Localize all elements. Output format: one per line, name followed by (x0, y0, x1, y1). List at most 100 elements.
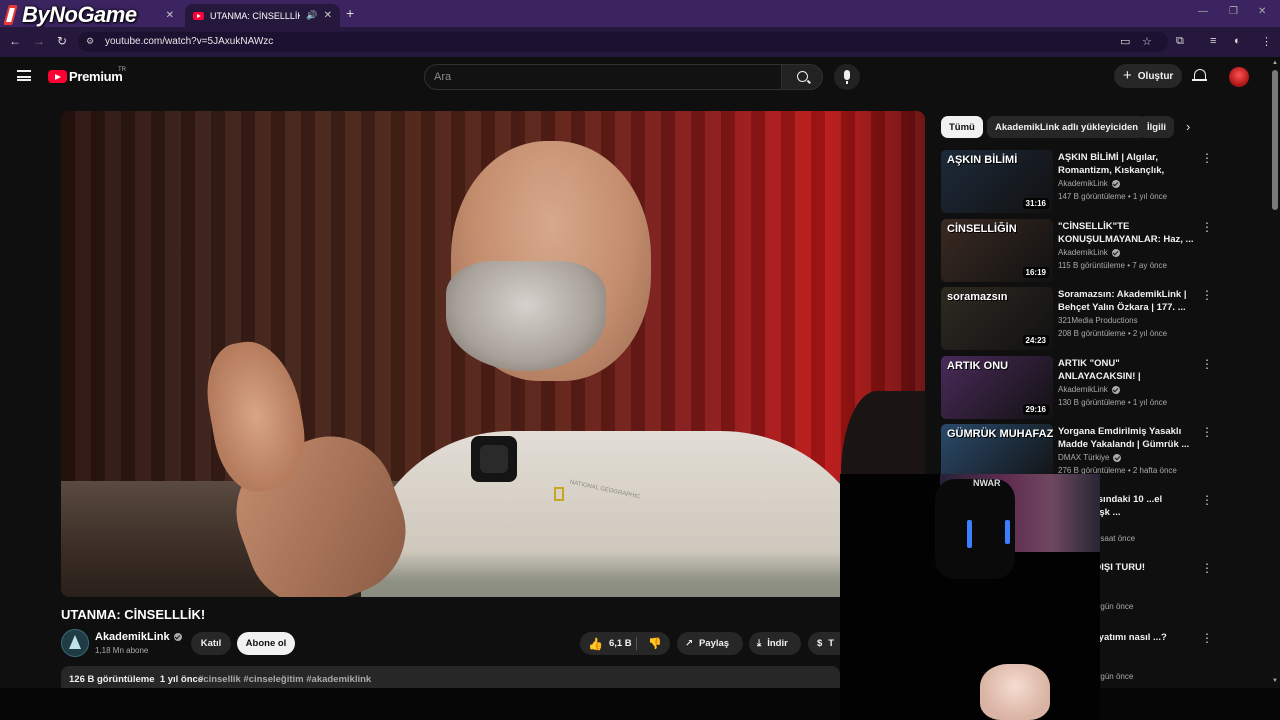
country-code: TR (118, 67, 126, 73)
duration-badge: 29:16 (1022, 404, 1049, 415)
scrollbar-thumb[interactable] (1272, 70, 1278, 210)
new-tab-icon[interactable]: + (346, 5, 354, 21)
webcam-light (1005, 520, 1010, 544)
more-options-icon[interactable]: ⋮ (1201, 151, 1213, 165)
recommendation-channel[interactable]: DMAX Türkiye (1058, 453, 1122, 462)
like-button[interactable]: 👍 6,1 B (580, 632, 635, 655)
youtube-favicon-icon (193, 11, 204, 20)
download-label: İndir (767, 638, 788, 649)
download-button[interactable]: ⤓ İndir (749, 632, 801, 655)
recommendation-item[interactable]: soramazsın 24:23 Soramazsın: AkademikLink … (941, 287, 1213, 351)
bookmark-star-icon[interactable]: ☆ (1142, 35, 1152, 48)
recommendation-channel-name: AkademikLink (1058, 385, 1108, 394)
youtube-brand-text[interactable]: Premium (69, 69, 123, 84)
browser-tab-active[interactable]: UTANMA: CİNSELLLİK! - You 🔊 ✕ (185, 4, 340, 27)
join-button[interactable]: Katıl (191, 632, 231, 655)
video-person-shirt (361, 431, 881, 597)
dislike-button[interactable]: 👎 (640, 632, 670, 655)
view-count-and-date: 126 B görüntüleme 1 yıl önce (69, 674, 203, 685)
channel-name-text: AkademikLink (95, 631, 170, 643)
recommendation-meta: 208 B görüntüleme • 2 yıl önce (1058, 329, 1168, 338)
recommendation-thumbnail[interactable]: AŞKIN BİLİMİ 31:16 (941, 150, 1053, 213)
more-options-icon[interactable]: ⋮ (1201, 493, 1213, 507)
site-info-icon[interactable]: ⚙ (86, 36, 98, 48)
share-icon: ↗ (685, 638, 693, 649)
watermark-mark-icon (2, 3, 20, 27)
plus-icon: + (1123, 67, 1132, 84)
profile-icon[interactable]: ◐ (1234, 35, 1241, 47)
back-icon[interactable]: ← (9, 34, 21, 48)
hamburger-menu-icon[interactable] (17, 70, 31, 81)
webcam-chair-logo: NWAR (973, 478, 1001, 488)
recommendation-channel-name: AkademikLink (1058, 248, 1108, 257)
youtube-logo-icon[interactable] (48, 70, 67, 83)
video-person-beard (446, 261, 606, 371)
restore-icon[interactable]: ❐ (1229, 6, 1238, 17)
subscribe-button[interactable]: Abone ol (237, 632, 295, 655)
thumbnail-text: AŞKIN BİLİMİ (947, 154, 1018, 166)
close-window-icon[interactable]: ✕ (1258, 6, 1266, 17)
reload-icon[interactable]: ↻ (57, 34, 67, 48)
recommendation-thumbnail[interactable]: soramazsın 24:23 (941, 287, 1053, 350)
share-button[interactable]: ↗ Paylaş (677, 632, 743, 655)
recommendation-channel[interactable]: AkademikLink (1058, 385, 1120, 394)
recommendation-thumbnail[interactable]: ARTIK ONU 29:16 (941, 356, 1053, 419)
chip-all[interactable]: Tümü (941, 116, 983, 138)
channel-avatar[interactable] (61, 629, 89, 657)
forward-icon[interactable]: → (33, 34, 45, 48)
chip-from-uploader[interactable]: AkademikLink adlı yükleyiciden (987, 116, 1147, 138)
chip-related[interactable]: İlgili (1139, 116, 1174, 138)
national-geographic-logo-icon (554, 487, 564, 501)
more-options-icon[interactable]: ⋮ (1201, 288, 1213, 302)
duration-badge: 16:19 (1022, 267, 1049, 278)
recommendation-channel[interactable]: AkademikLink (1058, 248, 1120, 257)
scroll-down-icon[interactable]: ▼ (1272, 678, 1278, 684)
duration-badge: 24:23 (1022, 335, 1049, 346)
video-title: UTANMA: CİNSELLLİK! (61, 607, 206, 622)
recommendation-title[interactable]: AŞKIN BİLİMİ | Algılar, Romantizm, Kıska… (1058, 151, 1196, 177)
recommendation-channel[interactable]: 321Media Productions (1058, 316, 1138, 325)
recommendation-channel[interactable]: AkademikLink (1058, 179, 1120, 188)
recommendation-title[interactable]: Soramazsın: AkademikLink | Behçet Yalın … (1058, 288, 1196, 314)
more-options-icon[interactable]: ⋮ (1201, 631, 1213, 645)
cast-icon[interactable]: ▭ (1120, 35, 1130, 48)
video-player[interactable]: NATIONAL GEOGRAPHIC (61, 111, 925, 597)
recommendation-title[interactable]: "CİNSELLİK"TE KONUŞULMAYANLAR: Haz, ... (1058, 220, 1196, 246)
more-options-icon[interactable]: ⋮ (1201, 357, 1213, 371)
webcam-hand (980, 664, 1050, 720)
recommendation-thumbnail[interactable]: CİNSELLİĞİN 16:19 (941, 219, 1053, 282)
close-tab-icon[interactable]: ✕ (324, 10, 332, 21)
webcam-light (967, 520, 972, 548)
scroll-up-icon[interactable]: ▲ (1272, 60, 1278, 66)
recommendation-item[interactable]: CİNSELLİĞİN 16:19 "CİNSELLİK"TE KONUŞULMAY… (941, 219, 1213, 283)
speaker-icon[interactable]: 🔊 (306, 10, 317, 21)
minimize-icon[interactable]: — (1198, 6, 1208, 17)
verified-badge-icon (173, 633, 182, 641)
close-tab-icon[interactable]: ✕ (166, 10, 174, 21)
create-button[interactable]: + Oluştur (1114, 64, 1182, 88)
more-options-icon[interactable]: ⋮ (1201, 561, 1213, 575)
account-avatar[interactable] (1229, 67, 1249, 87)
channel-name[interactable]: AkademikLink (95, 631, 182, 643)
view-count: 126 B görüntüleme (69, 674, 155, 685)
more-options-icon[interactable]: ⋮ (1201, 220, 1213, 234)
like-count: 6,1 B (608, 638, 632, 649)
hashtags[interactable]: #cinsellik #cinseleğitim #akademiklink (198, 674, 371, 685)
chevron-right-icon[interactable]: › (1186, 119, 1190, 134)
voice-search-icon[interactable] (834, 64, 860, 90)
recommendation-meta: 115 B görüntüleme • 7 ay önce (1058, 261, 1167, 270)
thanks-label: T (828, 638, 835, 649)
search-input[interactable] (424, 64, 782, 90)
more-options-icon[interactable]: ⋮ (1201, 425, 1213, 439)
thumbs-up-icon: 👍 (588, 636, 603, 651)
extensions-icon[interactable]: ⧉ (1176, 35, 1184, 48)
recommendation-item[interactable]: AŞKIN BİLİMİ 31:16 AŞKIN BİLİMİ | Algılar,… (941, 150, 1213, 214)
lapel-microphone (471, 436, 517, 482)
search-button[interactable] (781, 64, 823, 90)
recommendation-item[interactable]: ARTIK ONU 29:16 ARTIK "ONU" ANLAYACAKSIN! … (941, 356, 1213, 420)
notifications-bell-icon[interactable] (1192, 69, 1207, 81)
browser-menu-icon[interactable]: ⋮ (1261, 35, 1272, 48)
recommendation-title[interactable]: ARTIK "ONU" ANLAYACAKSIN! | Cinsiyetleri… (1058, 357, 1196, 383)
recommendation-title[interactable]: Yorgana Emdirilmiş Yasaklı Madde Yakalan… (1058, 425, 1196, 451)
media-controls-icon[interactable]: ≡ (1210, 35, 1216, 47)
